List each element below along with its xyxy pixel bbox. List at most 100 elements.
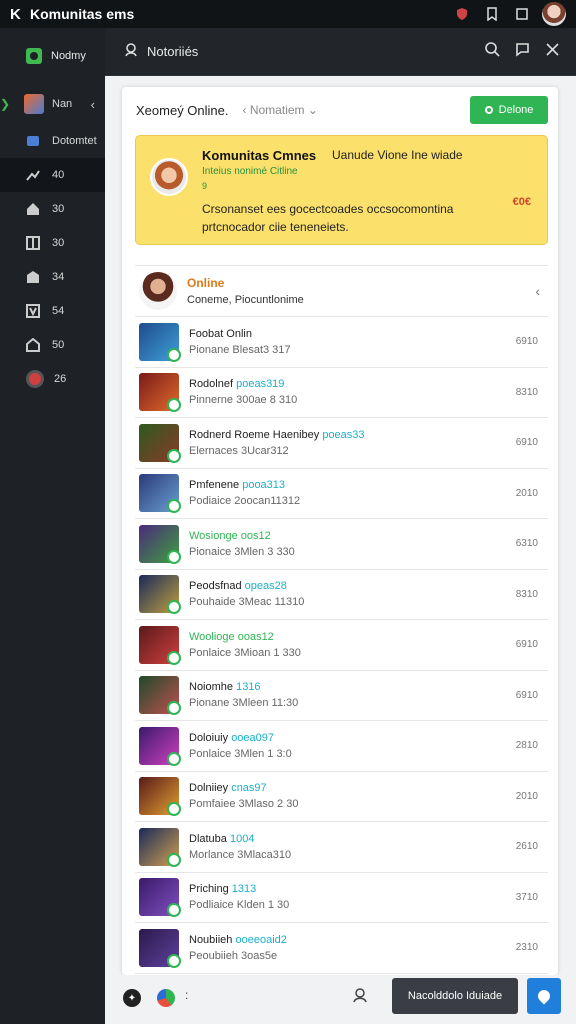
chevron-down-icon: ⌄ <box>304 103 318 117</box>
friend-row[interactable]: Priching 1313 Podliaice Klden 1 30 3710 <box>135 873 548 923</box>
friend-name-highlight: Woolioge ooas12 <box>189 630 274 643</box>
friend-row[interactable]: Noiomhe 1316 Pionane 3Mleen 11:30 6910 <box>135 671 548 721</box>
friend-status: Pinnerne 300ae 8 310 <box>189 394 298 407</box>
grid-icon <box>26 236 40 250</box>
sidebar-item-record[interactable]: 26 <box>0 362 105 396</box>
app-icon[interactable]: ✦ <box>123 989 141 1007</box>
friend-name-highlight: ooea097 <box>231 731 275 744</box>
friend-name-text: Priching <box>189 883 232 896</box>
friend-name: Woolioge ooas12 <box>189 631 508 643</box>
bookmark-icon[interactable] <box>480 4 504 24</box>
back-icon[interactable]: K <box>10 6 30 23</box>
friend-row[interactable]: Foobat Onlin Pionane Blesat3 317 6910 <box>135 317 548 368</box>
status-dropdown[interactable]: ‹ Nomatiem ⌄ <box>243 103 471 117</box>
house-icon <box>26 338 40 352</box>
friend-texts: Dolniiey cnas97 Pomfaiee 3Mlaso 2 30 <box>189 782 508 810</box>
sidebar-item-grid[interactable]: 30 <box>0 226 105 260</box>
send-button[interactable] <box>527 978 561 1014</box>
friend-name-text: Peodsfnad <box>189 580 245 593</box>
friend-name: Noiomhe 1316 <box>189 681 508 693</box>
dropdown-label: Nomatiem <box>249 103 305 117</box>
sidebar-item-store[interactable]: 34 <box>0 260 105 294</box>
chevron-left-icon[interactable]: ‹ <box>91 97 95 112</box>
person-icon[interactable] <box>353 988 367 1005</box>
store-icon <box>26 270 40 284</box>
friend-name: Dolniiey cnas97 <box>189 782 508 794</box>
friend-status: Ponlaice 3Mioan 1 330 <box>189 646 301 659</box>
search-icon[interactable] <box>482 42 502 61</box>
sidebar-item-label: 26 <box>54 373 67 385</box>
friend-row[interactable]: Woolioge ooas12 Ponlaice 3Mioan 1 330 6910 <box>135 620 548 671</box>
message-button[interactable]: Nacolddolo Iduiade <box>392 978 518 1014</box>
notice-number: 9 <box>202 181 208 191</box>
friend-row[interactable]: Noubiieh ooeeoaid2 Peoubiieh 3oas5e 2310 <box>135 923 548 974</box>
friend-name-text: Noiomhe <box>189 681 237 694</box>
friend-row[interactable]: Doloiuiy ooea097 Ponlaice 3Mlen 1 3:0 2810 <box>135 721 548 772</box>
game-avatar <box>139 474 181 514</box>
sidebar-item-v[interactable]: 54 <box>0 294 105 328</box>
friend-status: Pionane 3Mleen 11:30 <box>189 697 299 710</box>
friend-row[interactable]: Peodsfnad opeas28 Pouhaide 3Meac 11310 831… <box>135 570 548 620</box>
friend-name-highlight: Wosionge oos12 <box>189 529 271 542</box>
sidebar-item-home[interactable]: 30 <box>0 192 105 226</box>
sidebar-header[interactable]: Nodmy <box>0 28 105 84</box>
friend-count: 2310 <box>515 942 538 954</box>
app-logo-icon <box>26 48 42 64</box>
friend-row[interactable]: Rodolnef poeas319 Pinnerne 300ae 8 310 831… <box>135 368 548 418</box>
community-notice[interactable]: Komunitas Cmnes Uanude Vione Ine wiade I… <box>135 135 548 245</box>
sidebar-item-stats[interactable]: 40 <box>0 158 105 192</box>
friend-row[interactable]: Rodnerd Roeme Haenibey poeas33 Elernaces … <box>135 418 548 469</box>
friend-name-highlight: poeas33 <box>322 428 365 441</box>
friend-row[interactable]: Pmfenene pooa313 Podiaice 2oocan11312 2010 <box>135 469 548 519</box>
sidebar-item-house[interactable]: 50 <box>0 328 105 362</box>
user-avatar[interactable] <box>542 2 566 26</box>
friend-texts: Pmfenene pooa313 Podiaice 2oocan11312 <box>189 479 508 507</box>
shield-icon <box>535 987 553 1005</box>
close-icon[interactable] <box>542 43 562 60</box>
online-button[interactable]: Delone <box>470 96 548 124</box>
friend-name-text: Dolniiey <box>189 782 232 795</box>
friend-row-featured[interactable]: Online Coneme, Piocuntlonime ‹ <box>135 265 548 317</box>
sidebar-item-game[interactable]: ❯ Nan ‹ <box>0 84 105 124</box>
game-avatar <box>139 625 181 665</box>
sidebar-item-label: 30 <box>52 237 65 249</box>
friend-name-highlight: 1313 <box>231 883 257 896</box>
notice-badge: €0€ <box>512 196 531 208</box>
message-icon[interactable] <box>512 42 532 61</box>
friend-row[interactable]: Wosionge oos12 Pionaice 3Mlen 3 330 6310 <box>135 519 548 570</box>
friend-name: Dlatuba 1004 <box>189 833 508 845</box>
friend-texts: Rodolnef poeas319 Pinnerne 300ae 8 310 <box>189 378 508 406</box>
game-icon <box>24 94 44 114</box>
friend-texts: Doloiuiy ooea097 Ponlaice 3Mlen 1 3:0 <box>189 732 508 760</box>
friend-name: Peodsfnad opeas28 <box>189 580 508 592</box>
friend-row[interactable]: Dlatuba 1004 Morlance 3Mlaca310 2610 <box>135 822 548 873</box>
maximize-icon[interactable] <box>510 4 534 24</box>
color-wheel-icon[interactable] <box>157 989 175 1007</box>
friend-name: Pmfenene pooa313 <box>189 479 508 491</box>
home-icon <box>26 202 40 216</box>
user-search-icon[interactable] <box>125 42 139 61</box>
sidebar-item-label: 50 <box>52 339 65 351</box>
friend-list: Online Coneme, Piocuntlonime ‹ Foobat On… <box>135 265 548 974</box>
friend-row[interactable]: Dolniiey cnas97 Pomfaiee 3Mlaso 2 30 2010 <box>135 772 548 822</box>
friend-count: 6310 <box>515 538 538 550</box>
title-bar: K Komunitas ems <box>0 0 576 28</box>
v-icon <box>26 304 40 318</box>
sidebar-item-chat[interactable]: Dotomtet <box>0 124 105 158</box>
more-icon[interactable]: : <box>185 988 188 1002</box>
friend-status: Pomfaiee 3Mlaso 2 30 <box>189 798 299 811</box>
friend-name-highlight: ooeeoaid2 <box>235 933 287 946</box>
friend-name: Foobat Onlin <box>189 328 508 340</box>
chevron-left-icon[interactable]: ‹ <box>535 283 540 299</box>
shield-icon[interactable] <box>450 4 474 24</box>
friend-name-text: Noubiieh <box>189 933 236 946</box>
friend-name-highlight: 1004 <box>229 832 255 845</box>
friend-status: Pionaice 3Mlen 3 330 <box>189 545 295 558</box>
friend-name-text: Dlatuba <box>189 832 230 845</box>
friend-count: 2810 <box>515 740 538 752</box>
friend-name: Online <box>187 276 225 290</box>
chevron-left-icon: ‹ <box>242 103 250 117</box>
friend-texts: Priching 1313 Podliaice Klden 1 30 <box>189 883 508 911</box>
sidebar-item-label: 54 <box>52 305 65 317</box>
chart-icon <box>26 168 40 182</box>
